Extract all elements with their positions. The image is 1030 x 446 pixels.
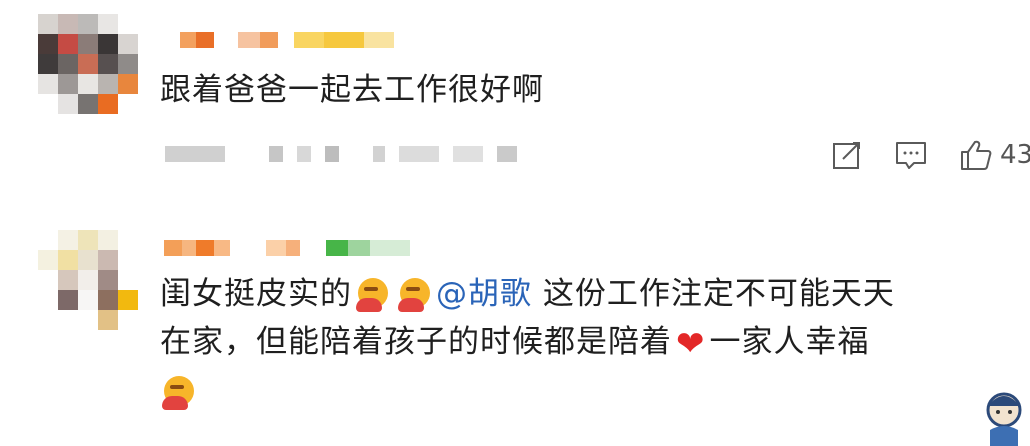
comment-text-line2-suffix: 一家人幸福: [709, 324, 870, 360]
like-count: 43: [1000, 140, 1030, 170]
avatar[interactable]: [38, 14, 138, 114]
like-button[interactable]: [954, 136, 998, 174]
comment-item: 跟着爸爸一起去工作很好啊 43: [0, 0, 1030, 210]
comment-text: 跟着爸爸一起去工作很好啊: [160, 72, 544, 108]
username-blurred[interactable]: [180, 32, 394, 48]
reply-button[interactable]: [886, 136, 936, 174]
comment-actions: 43: [822, 136, 1030, 174]
bow-emoji: [356, 278, 388, 312]
comment-text-line2: 在家，但能陪着孩子的时候都是陪着: [160, 324, 672, 360]
avatar[interactable]: [38, 230, 138, 330]
comment-text: 闺女挺皮实的 @胡歌 这份工作注定不可能天天 在家，但能陪着孩子的时候都是陪着 ❤ 一…: [160, 270, 1010, 416]
mention-link[interactable]: @胡歌: [436, 276, 532, 312]
decoration-sticker: [986, 392, 1022, 446]
edit-share-button[interactable]: [822, 136, 872, 174]
comment-icon: [896, 142, 926, 169]
thumbs-up-icon: [961, 140, 992, 170]
bow-emoji: [398, 278, 430, 312]
red-heart-emoji: ❤: [676, 324, 706, 364]
edit-icon: [833, 142, 860, 169]
comment-text-line1-suffix: 这份工作注定不可能天天: [542, 276, 895, 312]
comment-meta-blurred: [165, 146, 517, 162]
username-blurred[interactable]: [164, 240, 410, 256]
bow-emoji: [162, 376, 194, 410]
comment-text-prefix: 闺女挺皮实的: [160, 276, 352, 312]
comment-item: 闺女挺皮实的 @胡歌 这份工作注定不可能天天 在家，但能陪着孩子的时候都是陪着 ❤ 一…: [0, 210, 1030, 446]
